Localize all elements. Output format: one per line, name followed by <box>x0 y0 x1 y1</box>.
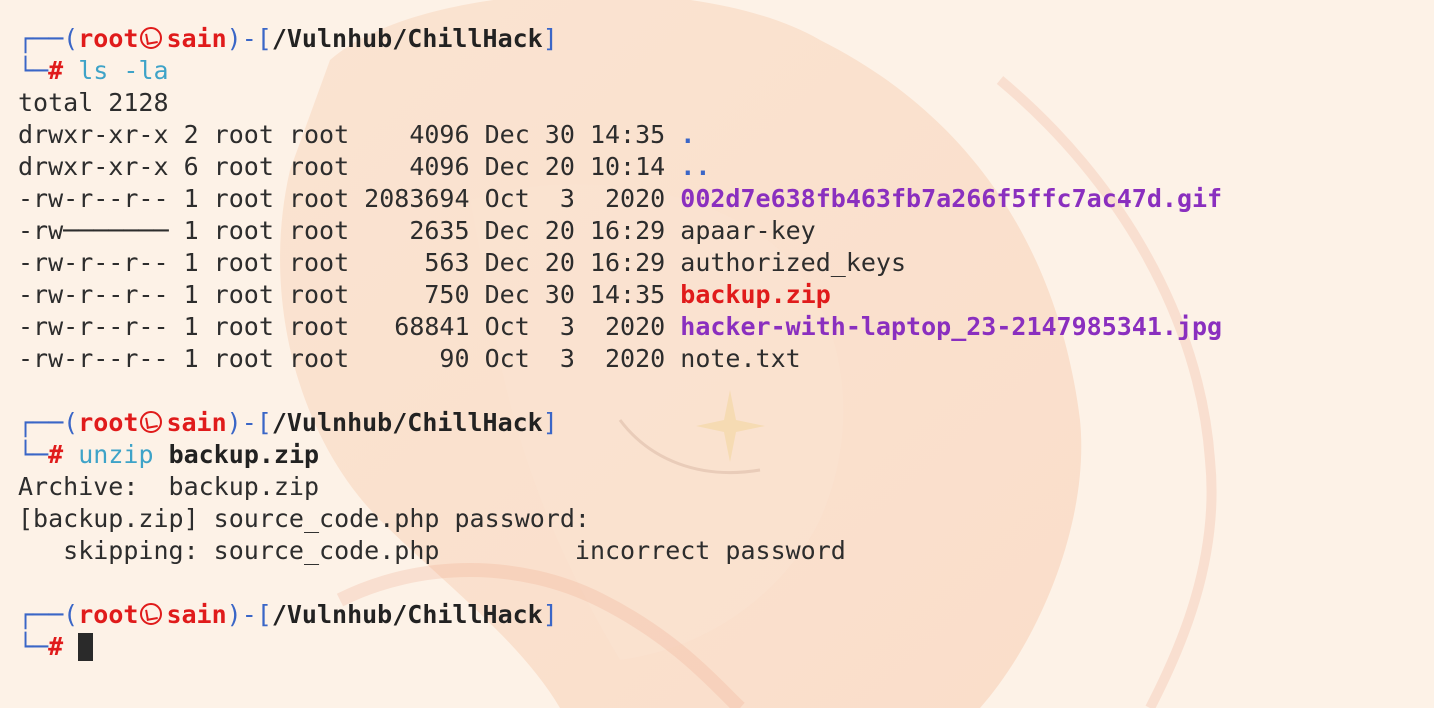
kali-skull-icon <box>140 27 163 49</box>
command-args: backup.zip <box>168 440 320 469</box>
prompt-close-bracket: ] <box>542 600 558 629</box>
prompt-cwd: /Vulnhub/ChillHack <box>271 24 543 53</box>
ls-row-meta: drwxr-xr-x 6 root root 4096 Dec 20 10:14 <box>18 152 681 181</box>
prompt-corner-top: ┌──( <box>18 24 79 53</box>
prompt-user: root <box>78 600 139 629</box>
prompt-corner-top: ┌──( <box>18 600 79 629</box>
ls-row-name: backup.zip <box>680 280 831 309</box>
prompt-line-top: ┌──(root sain)-[/Vulnhub/ChillHack] <box>18 407 1222 439</box>
ls-row-name: apaar-key <box>680 216 816 245</box>
kali-skull-icon <box>140 411 163 433</box>
prompt-line-top: ┌──(root sain)-[/Vulnhub/ChillHack] <box>18 599 1222 631</box>
ls-row-meta: drwxr-xr-x 2 root root 4096 Dec 30 14:35 <box>18 120 681 149</box>
prompt-close-bracket: ] <box>542 408 558 437</box>
ls-row-meta: -rw-r--r-- 1 root root 2083694 Oct 3 202… <box>18 184 681 213</box>
prompt-corner-top: ┌──( <box>18 408 79 437</box>
ls-row-meta: -rw-r--r-- 1 root root 90 Oct 3 2020 <box>18 344 681 373</box>
prompt-corner-bottom: └─ <box>18 632 49 661</box>
prompt-line-bottom: └─# unzip backup.zip <box>18 439 1222 471</box>
unzip-output-line: Archive: backup.zip <box>18 472 320 501</box>
prompt-user: root <box>78 24 139 53</box>
unzip-output-line: [backup.zip] source_code.php password: <box>18 504 605 533</box>
ls-row-meta: -rw-r--r-- 1 root root 563 Dec 20 16:29 <box>18 248 681 277</box>
kali-skull-icon <box>140 603 163 625</box>
prompt-hash: # <box>48 632 64 661</box>
prompt-cwd: /Vulnhub/ChillHack <box>271 408 543 437</box>
prompt-hash: # <box>48 56 64 85</box>
command-name: ls <box>78 56 109 85</box>
ls-row-name: note.txt <box>680 344 801 373</box>
ls-row-meta: -rw-r--r-- 1 root root 68841 Oct 3 2020 <box>18 312 681 341</box>
prompt-line-bottom[interactable]: └─# <box>18 631 1222 663</box>
ls-row: drwxr-xr-x 6 root root 4096 Dec 20 10:14… <box>18 151 1222 183</box>
prompt-separator: )-[ <box>226 408 272 437</box>
prompt-host: sain <box>166 600 227 629</box>
terminal-window[interactable]: ┌──(root sain)-[/Vulnhub/ChillHack] └─# l… <box>18 23 1222 663</box>
prompt-line-top: ┌──(root sain)-[/Vulnhub/ChillHack] <box>18 23 1222 55</box>
ls-row: -rw-r--r-- 1 root root 563 Dec 20 16:29 … <box>18 247 1222 279</box>
prompt-cwd: /Vulnhub/ChillHack <box>271 600 543 629</box>
ls-row-meta: -rw-r--r-- 1 root root 750 Dec 30 14:35 <box>18 280 681 309</box>
ls-row: -rw-r--r-- 1 root root 750 Dec 30 14:35 … <box>18 279 1222 311</box>
prompt-host: sain <box>166 408 227 437</box>
ls-row: drwxr-xr-x 2 root root 4096 Dec 30 14:35… <box>18 119 1222 151</box>
ls-row: -rw-r--r-- 1 root root 90 Oct 3 2020 not… <box>18 343 1222 375</box>
text-cursor[interactable] <box>78 633 94 661</box>
ls-row-name: authorized_keys <box>680 248 907 277</box>
prompt-separator: )-[ <box>226 24 272 53</box>
ls-row-meta: -rw─────── 1 root root 2635 Dec 20 16:29 <box>18 216 681 245</box>
command-name: unzip <box>78 440 154 469</box>
ls-total: total 2128 <box>18 88 169 117</box>
ls-row-name: 002d7e638fb463fb7a266f5ffc7ac47d.gif <box>680 184 1223 213</box>
prompt-host: sain <box>166 24 227 53</box>
command-args: -la <box>123 56 169 85</box>
prompt-corner-bottom: └─ <box>18 440 49 469</box>
ls-row-name: hacker-with-laptop_23-2147985341.jpg <box>680 312 1223 341</box>
ls-row: -rw─────── 1 root root 2635 Dec 20 16:29… <box>18 215 1222 247</box>
prompt-hash: # <box>48 440 64 469</box>
ls-row-name: .. <box>680 152 711 181</box>
prompt-corner-bottom: └─ <box>18 56 49 85</box>
prompt-user: root <box>78 408 139 437</box>
prompt-line-bottom: └─# ls -la <box>18 55 1222 87</box>
ls-row-name: . <box>680 120 696 149</box>
prompt-separator: )-[ <box>226 600 272 629</box>
unzip-output-line: skipping: source_code.php incorrect pass… <box>18 536 846 565</box>
prompt-close-bracket: ] <box>542 24 558 53</box>
ls-row: -rw-r--r-- 1 root root 2083694 Oct 3 202… <box>18 183 1222 215</box>
ls-row: -rw-r--r-- 1 root root 68841 Oct 3 2020 … <box>18 311 1222 343</box>
